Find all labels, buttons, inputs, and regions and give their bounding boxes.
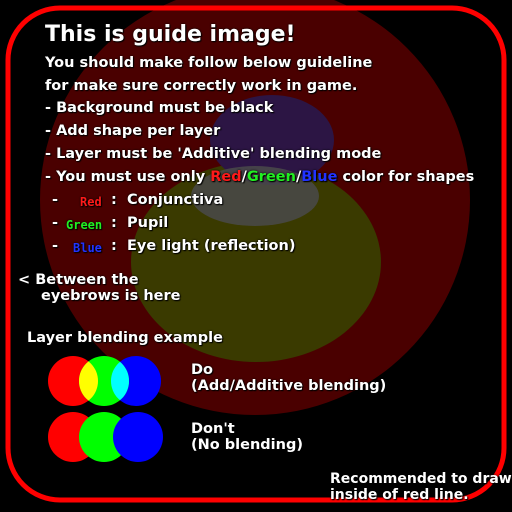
noblend-blue-circle	[113, 412, 163, 462]
recommend-line-1: Recommended to draw	[330, 471, 512, 487]
do-label-line-2: (Add/Additive blending)	[191, 378, 387, 394]
recommend-line-2: inside of red line.	[330, 487, 469, 503]
recommend-note: Recommended to draw inside of red line.	[330, 471, 512, 503]
dont-label-line-2: (No blending)	[191, 437, 303, 453]
dont-label-line-1: Don't	[191, 421, 235, 437]
no-blending-example	[48, 412, 163, 462]
additive-example	[48, 356, 161, 406]
guide-image-canvas: This is guide image! You should make fol…	[0, 0, 512, 512]
dont-label: Don't (No blending)	[191, 421, 303, 453]
do-label: Do (Add/Additive blending)	[191, 362, 386, 394]
do-label-line-1: Do	[191, 362, 213, 378]
